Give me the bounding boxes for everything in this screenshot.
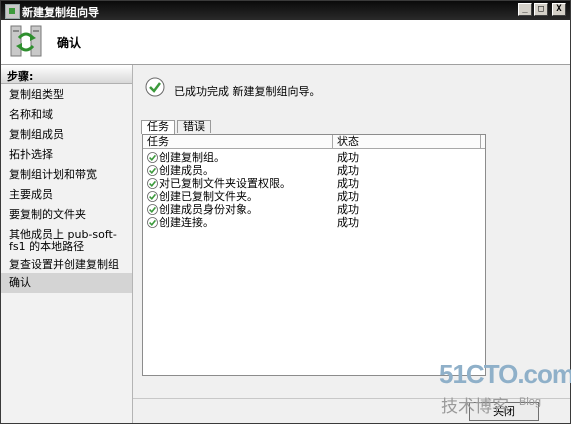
task-name: 对已复制文件夹设置权限。 — [159, 177, 291, 190]
window-title: 新建复制组向导 — [22, 6, 99, 19]
sidebar-item-members[interactable]: 复制组成员 — [1, 129, 132, 143]
task-name: 创建复制组。 — [159, 151, 225, 164]
sidebar-item-type[interactable]: 复制组类型 — [1, 89, 132, 103]
task-status: 成功 — [337, 203, 359, 216]
table-row[interactable]: 创建已复制文件夹。 成功 — [143, 190, 483, 203]
task-name: 创建连接。 — [159, 216, 214, 229]
close-window-button[interactable]: X — [552, 3, 566, 16]
steps-heading-label: 步骤: — [7, 70, 34, 83]
task-status: 成功 — [337, 164, 359, 177]
success-check-icon — [147, 204, 158, 215]
table-row[interactable]: 创建复制组。 成功 — [143, 151, 483, 164]
wizard-header: 确认 — [1, 20, 570, 65]
sidebar-item-review[interactable]: 复查设置并创建复制组 — [1, 259, 132, 273]
task-name: 创建成员。 — [159, 164, 214, 177]
tab-errors[interactable]: 错误 — [177, 120, 211, 133]
sidebar-item-local-path[interactable]: 其他成员上 pub-soft-fs1 的本地路径 — [1, 229, 132, 255]
close-button[interactable]: 关闭 — [469, 402, 539, 421]
wizard-window: 新建复制组向导 _ □ X 确认 步骤: 复制组类型 名称和域 复制组成员 拓扑… — [0, 0, 571, 424]
task-name: 创建成员身份对象。 — [159, 203, 258, 216]
table-row[interactable]: 创建成员。 成功 — [143, 164, 483, 177]
task-name: 创建已复制文件夹。 — [159, 190, 258, 203]
task-status: 成功 — [337, 216, 359, 229]
success-check-icon — [147, 152, 158, 163]
table-row[interactable]: 创建成员身份对象。 成功 — [143, 203, 483, 216]
sidebar-item-schedule[interactable]: 复制组计划和带宽 — [1, 169, 132, 183]
page-title: 确认 — [57, 36, 82, 50]
maximize-button[interactable]: □ — [534, 3, 548, 16]
success-check-icon — [147, 217, 158, 228]
sidebar-item-name-domain[interactable]: 名称和域 — [1, 109, 132, 123]
column-header-status[interactable]: 状态 — [333, 135, 481, 148]
sidebar-item-topology[interactable]: 拓扑选择 — [1, 149, 132, 163]
main-panel: 已成功完成 新建复制组向导。 任务 错误 任务 状态 创建复制组。 成功 创建成员。… — [133, 65, 570, 423]
task-status: 成功 — [337, 190, 359, 203]
replication-group-icon — [10, 25, 42, 57]
success-check-icon — [147, 191, 158, 202]
footer-divider — [133, 398, 570, 399]
success-check-icon — [147, 178, 158, 189]
success-check-icon — [147, 165, 158, 176]
list-header: 任务 状态 — [143, 135, 485, 149]
column-header-task[interactable]: 任务 — [143, 135, 333, 148]
sidebar-item-folders[interactable]: 要复制的文件夹 — [1, 209, 132, 223]
task-list[interactable]: 任务 状态 创建复制组。 成功 创建成员。 成功 对已复制文件夹设置权限。 成功 创建已复制… — [142, 134, 486, 376]
completion-message: 已成功完成 新建复制组向导。 — [174, 85, 321, 98]
steps-sidebar: 步骤: 复制组类型 名称和域 复制组成员 拓扑选择 复制组计划和带宽 主要成员 … — [1, 65, 133, 423]
success-check-icon — [145, 77, 165, 97]
app-icon — [5, 4, 20, 19]
steps-heading: 步骤: — [1, 65, 132, 84]
task-status: 成功 — [337, 151, 359, 164]
sidebar-item-primary-member[interactable]: 主要成员 — [1, 189, 132, 203]
table-row[interactable]: 创建连接。 成功 — [143, 216, 483, 229]
tab-tasks[interactable]: 任务 — [141, 120, 175, 134]
minimize-button[interactable]: _ — [518, 3, 532, 16]
table-row[interactable]: 对已复制文件夹设置权限。 成功 — [143, 177, 483, 190]
task-status: 成功 — [337, 177, 359, 190]
title-bar[interactable]: 新建复制组向导 _ □ X — [1, 1, 570, 20]
sidebar-item-confirm[interactable]: 确认 — [1, 273, 132, 293]
